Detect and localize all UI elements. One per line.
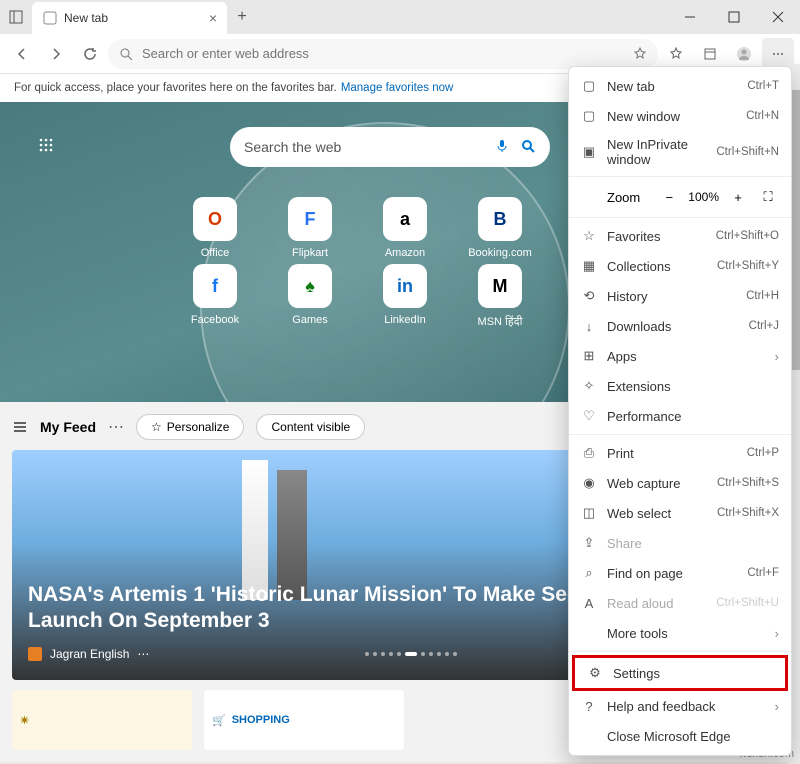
feed-title: My Feed [40, 419, 96, 435]
menu-extensions[interactable]: ✧Extensions [569, 371, 791, 401]
new-window-icon: ▢ [581, 108, 597, 124]
menu-new-tab[interactable]: ▢New tabCtrl+T [569, 71, 791, 101]
quick-link-games[interactable]: ♠Games [265, 264, 355, 329]
download-icon: ↓ [581, 318, 597, 334]
read-aloud-icon: A [581, 595, 597, 611]
quick-link-amazon[interactable]: aAmazon [360, 197, 450, 259]
shopping-card[interactable]: 🛒 SHOPPING [204, 690, 404, 750]
search-placeholder: Search the web [244, 139, 341, 155]
profile-icon[interactable] [728, 38, 760, 70]
gear-icon: ⚙ [587, 665, 603, 681]
print-icon: ⎙ [581, 445, 597, 461]
hamburger-icon[interactable] [12, 419, 28, 435]
mic-icon[interactable] [494, 138, 510, 157]
content-visible-button[interactable]: Content visible [256, 414, 365, 440]
web-search-box[interactable]: Search the web [230, 127, 550, 167]
menu-close-edge[interactable]: Close Microsoft Edge [569, 721, 791, 751]
tab-close-icon[interactable]: × [209, 10, 217, 26]
quick-links-grid: OOfficeFFlipkartaAmazonBBooking.com fFace… [170, 197, 545, 329]
menu-history[interactable]: ⟲HistoryCtrl+H [569, 281, 791, 311]
more-menu: ▢New tabCtrl+T ▢New windowCtrl+N ▣New In… [568, 66, 792, 756]
history-icon: ⟲ [581, 288, 597, 304]
article-source: Jagran English [50, 647, 129, 661]
zoom-out-button[interactable]: − [658, 186, 680, 208]
zoom-in-button[interactable]: + [727, 186, 749, 208]
extensions-icon: ✧ [581, 378, 597, 394]
menu-apps[interactable]: ⊞Apps› [569, 341, 791, 371]
tab-title: New tab [64, 11, 108, 25]
minimize-button[interactable] [668, 1, 712, 33]
select-icon: ◫ [581, 505, 597, 521]
menu-favorites[interactable]: ☆FavoritesCtrl+Shift+O [569, 221, 791, 251]
menu-share: ⇪Share [569, 528, 791, 558]
menu-new-inprivate[interactable]: ▣New InPrivate windowCtrl+Shift+N [569, 131, 791, 173]
browser-tab[interactable]: New tab × [32, 2, 227, 34]
menu-downloads[interactable]: ↓DownloadsCtrl+J [569, 311, 791, 341]
card-left[interactable]: ✴ [12, 690, 192, 750]
menu-new-window[interactable]: ▢New windowCtrl+N [569, 101, 791, 131]
quick-link-booking.com[interactable]: BBooking.com [455, 197, 545, 259]
quick-link-msn हिंदी[interactable]: MMSN हिंदी [455, 264, 545, 329]
find-icon: ⌕ [581, 565, 597, 581]
collections-menu-icon: ▦ [581, 258, 597, 274]
inprivate-icon: ▣ [581, 144, 597, 160]
apps-grid-icon[interactable] [38, 137, 54, 158]
share-menu-icon: ⇪ [581, 535, 597, 551]
menu-performance[interactable]: ♡Performance [569, 401, 791, 431]
refresh-button[interactable] [74, 38, 106, 70]
tab-actions-icon[interactable] [0, 1, 32, 33]
quick-link-flipkart[interactable]: FFlipkart [265, 197, 355, 259]
zoom-value: 100% [688, 190, 719, 204]
feed-more-icon[interactable]: ⋯ [108, 417, 124, 437]
menu-help[interactable]: ?Help and feedback› [569, 691, 791, 721]
close-window-button[interactable] [756, 1, 800, 33]
menu-print[interactable]: ⎙PrintCtrl+P [569, 438, 791, 468]
tower-image [277, 470, 307, 600]
help-icon: ? [581, 698, 597, 714]
address-bar[interactable] [108, 39, 658, 69]
personalize-button[interactable]: ☆ Personalize [136, 414, 244, 440]
menu-settings[interactable]: ⚙Settings [575, 658, 785, 688]
source-logo-icon [28, 647, 42, 661]
search-submit-icon[interactable] [520, 138, 536, 157]
capture-icon: ◉ [581, 475, 597, 491]
menu-collections[interactable]: ▦CollectionsCtrl+Shift+Y [569, 251, 791, 281]
menu-web-capture[interactable]: ◉Web captureCtrl+Shift+S [569, 468, 791, 498]
search-icon [118, 46, 134, 62]
quick-link-office[interactable]: OOffice [170, 197, 260, 259]
rocket-image [242, 460, 268, 600]
forward-button[interactable] [40, 38, 72, 70]
address-input[interactable] [142, 46, 624, 61]
collections-icon[interactable] [694, 38, 726, 70]
performance-icon: ♡ [581, 408, 597, 424]
star-add-icon[interactable] [632, 46, 648, 62]
menu-more-tools[interactable]: More tools› [569, 618, 791, 648]
article-menu-icon[interactable]: ⋯ [137, 647, 149, 661]
new-tab-icon: ▢ [581, 78, 597, 94]
maximize-button[interactable] [712, 1, 756, 33]
star-icon: ☆ [581, 228, 597, 244]
new-tab-button[interactable]: + [227, 2, 257, 32]
menu-zoom: Zoom − 100% + ⛶ [569, 180, 791, 214]
menu-find[interactable]: ⌕Find on pageCtrl+F [569, 558, 791, 588]
menu-web-select[interactable]: ◫Web selectCtrl+Shift+X [569, 498, 791, 528]
page-icon [42, 10, 58, 26]
apps-icon: ⊞ [581, 348, 597, 364]
back-button[interactable] [6, 38, 38, 70]
quick-link-linkedin[interactable]: inLinkedIn [360, 264, 450, 329]
fullscreen-icon[interactable]: ⛶ [757, 186, 779, 208]
manage-favorites-link[interactable]: Manage favorites now [341, 82, 454, 94]
quick-link-facebook[interactable]: fFacebook [170, 264, 260, 329]
favorites-icon[interactable] [660, 38, 692, 70]
menu-read-aloud: ARead aloudCtrl+Shift+U [569, 588, 791, 618]
titlebar: New tab × + [0, 0, 800, 34]
favorites-bar-text: For quick access, place your favorites h… [14, 82, 337, 94]
